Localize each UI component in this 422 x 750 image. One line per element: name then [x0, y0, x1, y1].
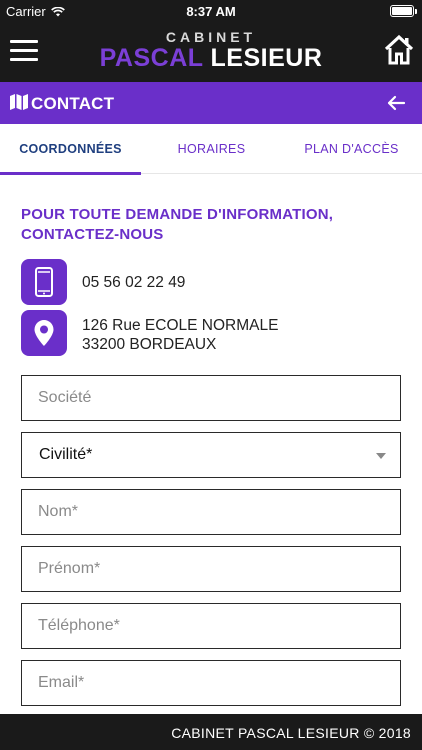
home-icon[interactable] — [384, 34, 414, 66]
civilite-select[interactable]: Civilité* — [21, 432, 401, 478]
battery-icon — [390, 5, 417, 17]
nom-input[interactable] — [22, 490, 400, 534]
footer: CABINET PASCAL LESIEUR © 2018 — [0, 714, 422, 750]
telephone-field[interactable] — [21, 603, 401, 649]
tab-bar: COORDONNÉES HORAIRES PLAN D'ACCÈS — [0, 124, 422, 175]
contact-heading: POUR TOUTE DEMANDE D'INFORMATION, CONTAC… — [21, 205, 401, 245]
section-title-bar: CONTACT — [0, 82, 422, 124]
logo-last-name: LESIEUR — [210, 44, 323, 72]
arrow-left-icon[interactable] — [386, 93, 406, 113]
email-input[interactable] — [22, 661, 400, 705]
address-row: 126 Rue ECOLE NORMALE 33200 BORDEAUX — [21, 310, 401, 356]
tab-horaires[interactable]: HORAIRES — [141, 124, 282, 174]
app-header: CABINET PASCAL LESIEUR — [0, 22, 422, 82]
contact-heading-line2: CONTACTEZ-NOUS — [21, 226, 164, 243]
prenom-field[interactable] — [21, 546, 401, 592]
section-title: CONTACT — [31, 94, 115, 113]
telephone-input[interactable] — [22, 604, 400, 648]
tab-coordonnees[interactable]: COORDONNÉES — [0, 124, 141, 175]
societe-field[interactable] — [21, 375, 401, 421]
map-icon — [10, 94, 28, 110]
prenom-input[interactable] — [22, 547, 400, 591]
phone-icon — [21, 259, 67, 305]
address-text: 126 Rue ECOLE NORMALE 33200 BORDEAUX — [82, 316, 278, 354]
email-field[interactable] — [21, 660, 401, 706]
address-line1: 126 Rue ECOLE NORMALE — [82, 317, 279, 334]
logo-top-text: CABINET — [165, 29, 257, 45]
contact-heading-line1: POUR TOUTE DEMANDE D'INFORMATION, — [21, 206, 334, 223]
footer-copyright: CABINET PASCAL LESIEUR © 2018 — [171, 725, 411, 741]
phone-row[interactable]: 05 56 02 22 49 — [21, 259, 401, 305]
status-bar: Carrier 8:37 AM — [0, 0, 422, 22]
logo-first-name: PASCAL — [99, 44, 204, 72]
phone-number[interactable]: 05 56 02 22 49 — [82, 273, 185, 292]
status-time: 8:37 AM — [186, 4, 236, 19]
societe-input[interactable] — [22, 376, 400, 420]
location-pin-icon — [21, 310, 67, 356]
civilite-selected-value: Civilité* — [39, 446, 93, 463]
brand-logo: CABINET PASCAL LESIEUR — [0, 30, 422, 72]
tab-plan-acces[interactable]: PLAN D'ACCÈS — [281, 124, 422, 174]
chevron-down-icon — [376, 453, 386, 459]
nom-field[interactable] — [21, 489, 401, 535]
logo-main-text: PASCAL LESIEUR — [0, 44, 422, 72]
address-line2: 33200 BORDEAUX — [82, 336, 217, 353]
